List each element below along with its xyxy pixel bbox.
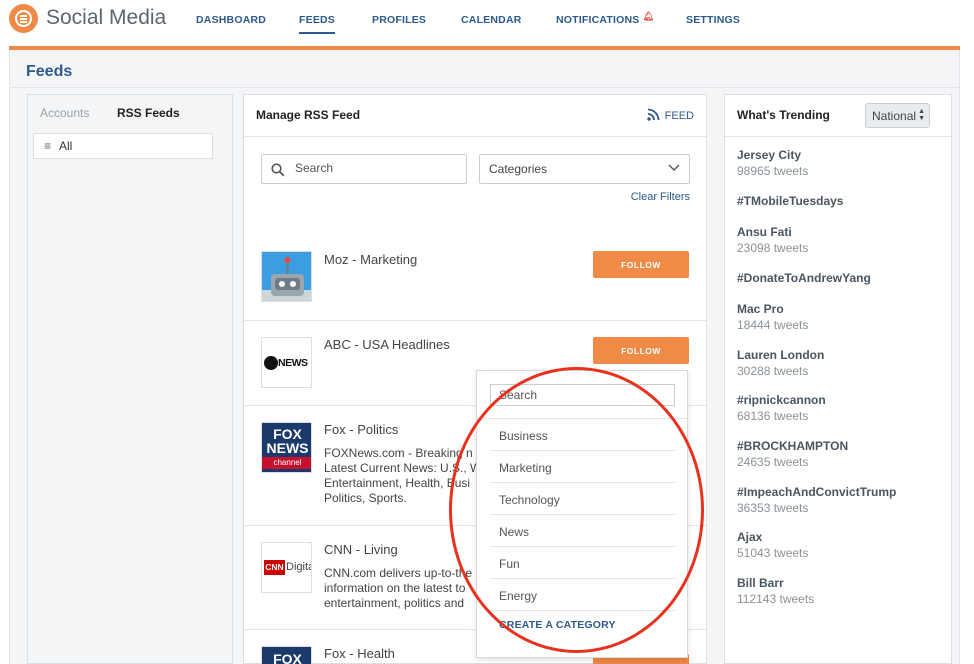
trending-title: What's Trending bbox=[737, 108, 830, 122]
app-title: Social Media bbox=[46, 6, 167, 29]
feed-row: Moz - Marketing FOLLOW bbox=[244, 235, 706, 321]
feed-name: ABC - USA Headlines bbox=[324, 337, 450, 352]
trending-item[interactable]: #ImpeachAndConvictTrump 36353 tweets bbox=[737, 485, 896, 515]
fox-news-logo: FOX bbox=[261, 646, 312, 664]
sidebar-item-all[interactable]: ≡ All bbox=[33, 133, 213, 159]
feed-button-label: FEED bbox=[664, 110, 694, 122]
trending-item[interactable]: #BROCKHAMPTON 24635 tweets bbox=[737, 439, 848, 469]
divider bbox=[10, 87, 959, 88]
top-navbar: Social Media DASHBOARD FEEDS PROFILES CA… bbox=[0, 0, 974, 46]
feed-description: CNN.com delivers up-to-the information o… bbox=[324, 566, 473, 610]
divider bbox=[725, 136, 951, 137]
menu-icon: ≡ bbox=[44, 139, 52, 153]
trending-item[interactable]: Mac Pro 18444 tweets bbox=[737, 302, 808, 332]
feed-button[interactable]: FEED bbox=[646, 108, 694, 122]
abc-news-logo: NEWS bbox=[261, 337, 312, 388]
trending-item[interactable]: Ajax 51043 tweets bbox=[737, 530, 808, 560]
feed-description: FOXNews.com - Breaking n Latest Current … bbox=[324, 446, 481, 505]
trending-item[interactable]: #TMobileTuesdays bbox=[737, 194, 843, 208]
clear-filters-link[interactable]: Clear Filters bbox=[631, 191, 690, 203]
moz-logo bbox=[261, 251, 312, 302]
nav-profiles[interactable]: PROFILES bbox=[372, 14, 426, 26]
feed-name: Fox - Politics bbox=[324, 422, 399, 437]
category-option-technology[interactable]: Technology bbox=[490, 483, 675, 515]
cnn-digital-logo: CNN Digital bbox=[261, 542, 312, 593]
category-option-marketing[interactable]: Marketing bbox=[490, 451, 675, 483]
updown-arrow-icon: ▲ ▼ bbox=[918, 108, 925, 122]
divider bbox=[244, 136, 706, 137]
trending-item[interactable]: Bill Barr 112143 tweets bbox=[737, 576, 814, 606]
region-select[interactable]: National ▲ ▼ bbox=[865, 103, 930, 128]
nav-notifications-label: NOTIFICATIONS bbox=[556, 14, 640, 26]
fox-news-logo: FOX NEWS channel bbox=[261, 422, 312, 473]
nav-feeds[interactable]: FEEDS bbox=[299, 14, 336, 34]
category-option-energy[interactable]: Energy bbox=[490, 579, 675, 611]
rss-icon bbox=[646, 108, 660, 121]
trending-item[interactable]: #ripnickcannon 68136 tweets bbox=[737, 393, 826, 423]
region-select-value: National bbox=[872, 109, 917, 123]
page-title: Feeds bbox=[26, 63, 73, 80]
category-option-fun[interactable]: Fun bbox=[490, 547, 675, 579]
chevron-down-icon bbox=[668, 164, 680, 171]
tab-accounts[interactable]: Accounts bbox=[40, 106, 89, 120]
accounts-sidebar: Accounts RSS Feeds ≡ All bbox=[27, 94, 233, 664]
nav-calendar[interactable]: CALENDAR bbox=[461, 14, 522, 26]
trending-item[interactable]: Ansu Fati 23098 tweets bbox=[737, 225, 808, 255]
categories-select-label: Categories bbox=[489, 162, 548, 176]
category-option-business[interactable]: Business bbox=[490, 419, 675, 451]
feed-name: Moz - Marketing bbox=[324, 252, 418, 267]
bell-icon: 🔔︎ bbox=[642, 11, 655, 21]
nav-settings[interactable]: SETTINGS bbox=[686, 14, 740, 26]
app-logo-icon[interactable] bbox=[9, 4, 38, 33]
follow-button[interactable]: FOLLOW bbox=[593, 337, 689, 364]
nav-notifications[interactable]: NOTIFICATIONS 🔔︎ bbox=[556, 11, 655, 26]
feed-search-input[interactable] bbox=[295, 161, 455, 175]
tab-rss-feeds[interactable]: RSS Feeds bbox=[117, 106, 180, 120]
panel-title: Manage RSS Feed bbox=[256, 108, 361, 122]
feed-name: CNN - Living bbox=[324, 542, 398, 557]
sidebar-item-label: All bbox=[59, 139, 73, 153]
follow-button[interactable]: FOLLOW bbox=[593, 251, 689, 278]
feed-search-box bbox=[261, 154, 467, 184]
categories-select[interactable]: Categories bbox=[479, 154, 690, 184]
feed-name: Fox - Health bbox=[324, 646, 395, 661]
category-option-news[interactable]: News bbox=[490, 515, 675, 547]
trending-item[interactable]: Lauren London 30288 tweets bbox=[737, 348, 824, 378]
search-icon bbox=[271, 163, 285, 177]
category-dropdown: Business Marketing Technology News Fun E… bbox=[476, 370, 688, 658]
trending-panel: What's Trending National ▲ ▼ Jersey City 9… bbox=[724, 94, 952, 664]
create-category-link[interactable]: CREATE A CATEGORY bbox=[490, 619, 616, 631]
category-search-input[interactable] bbox=[490, 384, 675, 406]
trending-item[interactable]: #DonateToAndrewYang bbox=[737, 271, 871, 285]
trending-item[interactable]: Jersey City 98965 tweets bbox=[737, 148, 808, 178]
nav-dashboard[interactable]: DASHBOARD bbox=[196, 14, 266, 26]
